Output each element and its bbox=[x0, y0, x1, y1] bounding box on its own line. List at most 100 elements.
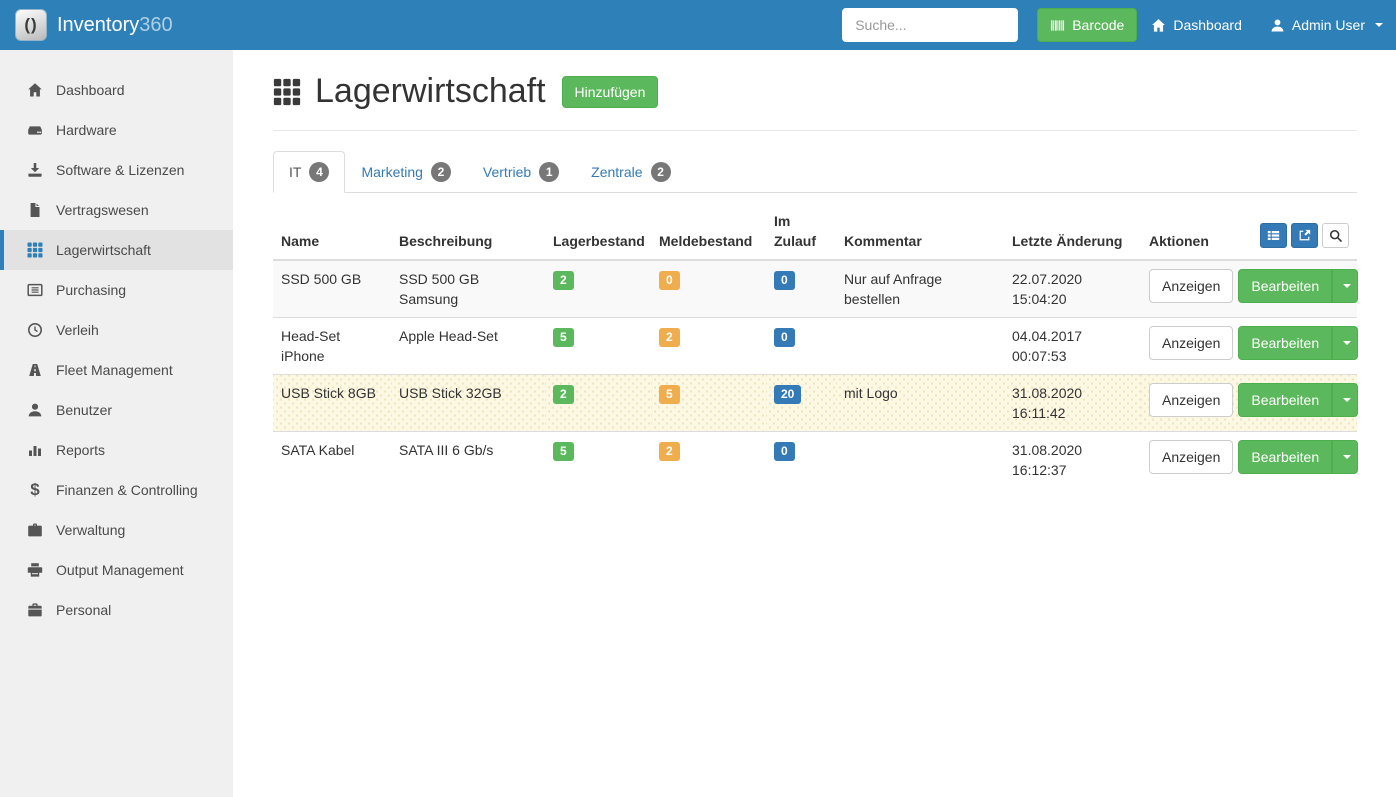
briefcase-icon bbox=[27, 522, 43, 538]
sidebar-item-label: Output Management bbox=[56, 562, 184, 578]
edit-button[interactable]: Bearbeiten bbox=[1238, 269, 1332, 303]
view-button[interactable]: Anzeigen bbox=[1149, 383, 1233, 417]
sidebar-item-finanzen[interactable]: $ Finanzen & Controlling bbox=[0, 470, 233, 510]
tab-label: Zentrale bbox=[591, 164, 642, 180]
sidebar-item-vertragswesen[interactable]: Vertragswesen bbox=[0, 190, 233, 230]
sidebar-item-purchasing[interactable]: Purchasing bbox=[0, 270, 233, 310]
grid-icon bbox=[273, 78, 301, 106]
download-icon bbox=[27, 162, 43, 178]
tab-marketing[interactable]: Marketing 2 bbox=[345, 151, 466, 193]
view-button[interactable]: Anzeigen bbox=[1149, 269, 1233, 303]
sidebar-item-lagerwirtschaft[interactable]: Lagerwirtschaft bbox=[0, 230, 233, 270]
inventory-table: Name Beschreibung Lagerbestand Meldebest… bbox=[273, 203, 1357, 488]
tab-zentrale[interactable]: Zentrale 2 bbox=[575, 151, 686, 193]
cell-reorder: 5 bbox=[651, 375, 766, 432]
inbound-badge: 0 bbox=[774, 271, 795, 290]
edit-dropdown-toggle[interactable] bbox=[1332, 440, 1358, 474]
view-button[interactable]: Anzeigen bbox=[1149, 440, 1233, 474]
cell-reorder: 2 bbox=[651, 318, 766, 375]
modified-time: 16:12:37 bbox=[1012, 460, 1133, 480]
grid-icon bbox=[27, 242, 43, 258]
cell-comment: Nur auf Anfrage bestellen bbox=[836, 260, 1004, 318]
list-view-button[interactable] bbox=[1260, 223, 1287, 248]
modified-time: 16:11:42 bbox=[1012, 403, 1133, 423]
cell-stock: 5 bbox=[545, 432, 651, 489]
cell-actions: AnzeigenBearbeiten bbox=[1141, 318, 1357, 375]
sidebar-item-verleih[interactable]: Verleih bbox=[0, 310, 233, 350]
sidebar-item-label: Software & Lizenzen bbox=[56, 162, 184, 178]
top-navbar: () Inventory360 Barcode Dashboard Admin … bbox=[0, 0, 1396, 50]
sidebar-item-label: Personal bbox=[56, 602, 111, 618]
inbound-badge: 20 bbox=[774, 385, 801, 404]
cell-inbound: 0 bbox=[766, 318, 836, 375]
table-row: USB Stick 8GB USB Stick 32GB 2 5 20 mit … bbox=[273, 375, 1357, 432]
export-button[interactable] bbox=[1291, 223, 1318, 248]
cell-comment bbox=[836, 432, 1004, 489]
sidebar-item-reports[interactable]: Reports bbox=[0, 430, 233, 470]
brand-logo-icon: () bbox=[15, 9, 47, 41]
cell-reorder: 2 bbox=[651, 432, 766, 489]
modified-time: 00:07:53 bbox=[1012, 346, 1133, 366]
sidebar-item-personal[interactable]: Personal bbox=[0, 590, 233, 630]
tab-label: Vertrieb bbox=[483, 164, 531, 180]
sidebar-item-dashboard[interactable]: Dashboard bbox=[0, 70, 233, 110]
col-header-letzte-aenderung: Letzte Änderung bbox=[1004, 203, 1141, 260]
tab-label: Marketing bbox=[361, 164, 422, 180]
brand[interactable]: () Inventory360 bbox=[15, 9, 173, 41]
home-icon bbox=[1151, 18, 1166, 33]
barcode-label: Barcode bbox=[1072, 17, 1124, 33]
caret-down-icon bbox=[1343, 284, 1351, 288]
edit-dropdown-toggle[interactable] bbox=[1332, 269, 1358, 303]
user-icon bbox=[27, 402, 43, 418]
sidebar-item-label: Vertragswesen bbox=[56, 202, 149, 218]
edit-button[interactable]: Bearbeiten bbox=[1238, 326, 1332, 360]
col-header-meldebestand: Meldebestand bbox=[651, 203, 766, 260]
barcode-button[interactable]: Barcode bbox=[1037, 8, 1137, 42]
nav-dashboard-link[interactable]: Dashboard bbox=[1137, 0, 1256, 50]
sidebar-item-benutzer[interactable]: Benutzer bbox=[0, 390, 233, 430]
table-header-row: Name Beschreibung Lagerbestand Meldebest… bbox=[273, 203, 1357, 260]
tab-it[interactable]: IT 4 bbox=[273, 151, 345, 193]
tab-vertrieb[interactable]: Vertrieb 1 bbox=[467, 151, 575, 193]
sidebar-item-label: Verwaltung bbox=[56, 522, 125, 538]
table-row: SATA Kabel SATA III 6 Gb/s 5 2 0 31.08.2… bbox=[273, 432, 1357, 489]
user-menu[interactable]: Admin User bbox=[1256, 0, 1385, 50]
sidebar-item-verwaltung[interactable]: Verwaltung bbox=[0, 510, 233, 550]
list-view-icon bbox=[1267, 229, 1280, 242]
cell-comment: mit Logo bbox=[836, 375, 1004, 432]
sidebar-item-fleet-management[interactable]: Fleet Management bbox=[0, 350, 233, 390]
sidebar-item-label: Finanzen & Controlling bbox=[56, 482, 198, 498]
brand-name: Inventory bbox=[57, 14, 139, 36]
page-header: Lagerwirtschaft Hinzufügen bbox=[273, 72, 1357, 111]
edit-dropdown-toggle[interactable] bbox=[1332, 383, 1358, 417]
cell-name: SATA Kabel bbox=[273, 432, 391, 489]
table-search-button[interactable] bbox=[1322, 223, 1349, 248]
modified-time: 15:04:20 bbox=[1012, 289, 1133, 309]
cell-description: SATA III 6 Gb/s bbox=[391, 432, 545, 489]
edit-dropdown-toggle[interactable] bbox=[1332, 326, 1358, 360]
edit-button[interactable]: Bearbeiten bbox=[1238, 383, 1332, 417]
sidebar-item-label: Reports bbox=[56, 442, 105, 458]
col-header-name: Name bbox=[273, 203, 391, 260]
nav-dashboard-label: Dashboard bbox=[1173, 17, 1242, 33]
search-input[interactable] bbox=[842, 8, 1018, 42]
sidebar-item-software[interactable]: Software & Lizenzen bbox=[0, 150, 233, 190]
edit-button[interactable]: Bearbeiten bbox=[1238, 440, 1332, 474]
col-header-im-zulauf: Im Zulauf bbox=[766, 203, 836, 260]
header-divider bbox=[273, 130, 1357, 131]
sidebar-item-hardware[interactable]: Hardware bbox=[0, 110, 233, 150]
cell-name: Head-Set iPhone bbox=[273, 318, 391, 375]
home-icon bbox=[27, 82, 43, 98]
export-icon bbox=[1298, 229, 1311, 242]
table-tools-cell bbox=[1251, 203, 1357, 260]
road-icon bbox=[27, 362, 43, 378]
view-button[interactable]: Anzeigen bbox=[1149, 326, 1233, 360]
hdd-icon bbox=[27, 122, 43, 138]
sidebar-item-label: Benutzer bbox=[56, 402, 112, 418]
add-button[interactable]: Hinzufügen bbox=[562, 76, 659, 108]
user-menu-label: Admin User bbox=[1292, 17, 1365, 33]
modified-date: 31.08.2020 bbox=[1012, 383, 1133, 403]
sidebar-item-label: Fleet Management bbox=[56, 362, 173, 378]
inbound-badge: 0 bbox=[774, 442, 795, 461]
sidebar-item-output-management[interactable]: Output Management bbox=[0, 550, 233, 590]
